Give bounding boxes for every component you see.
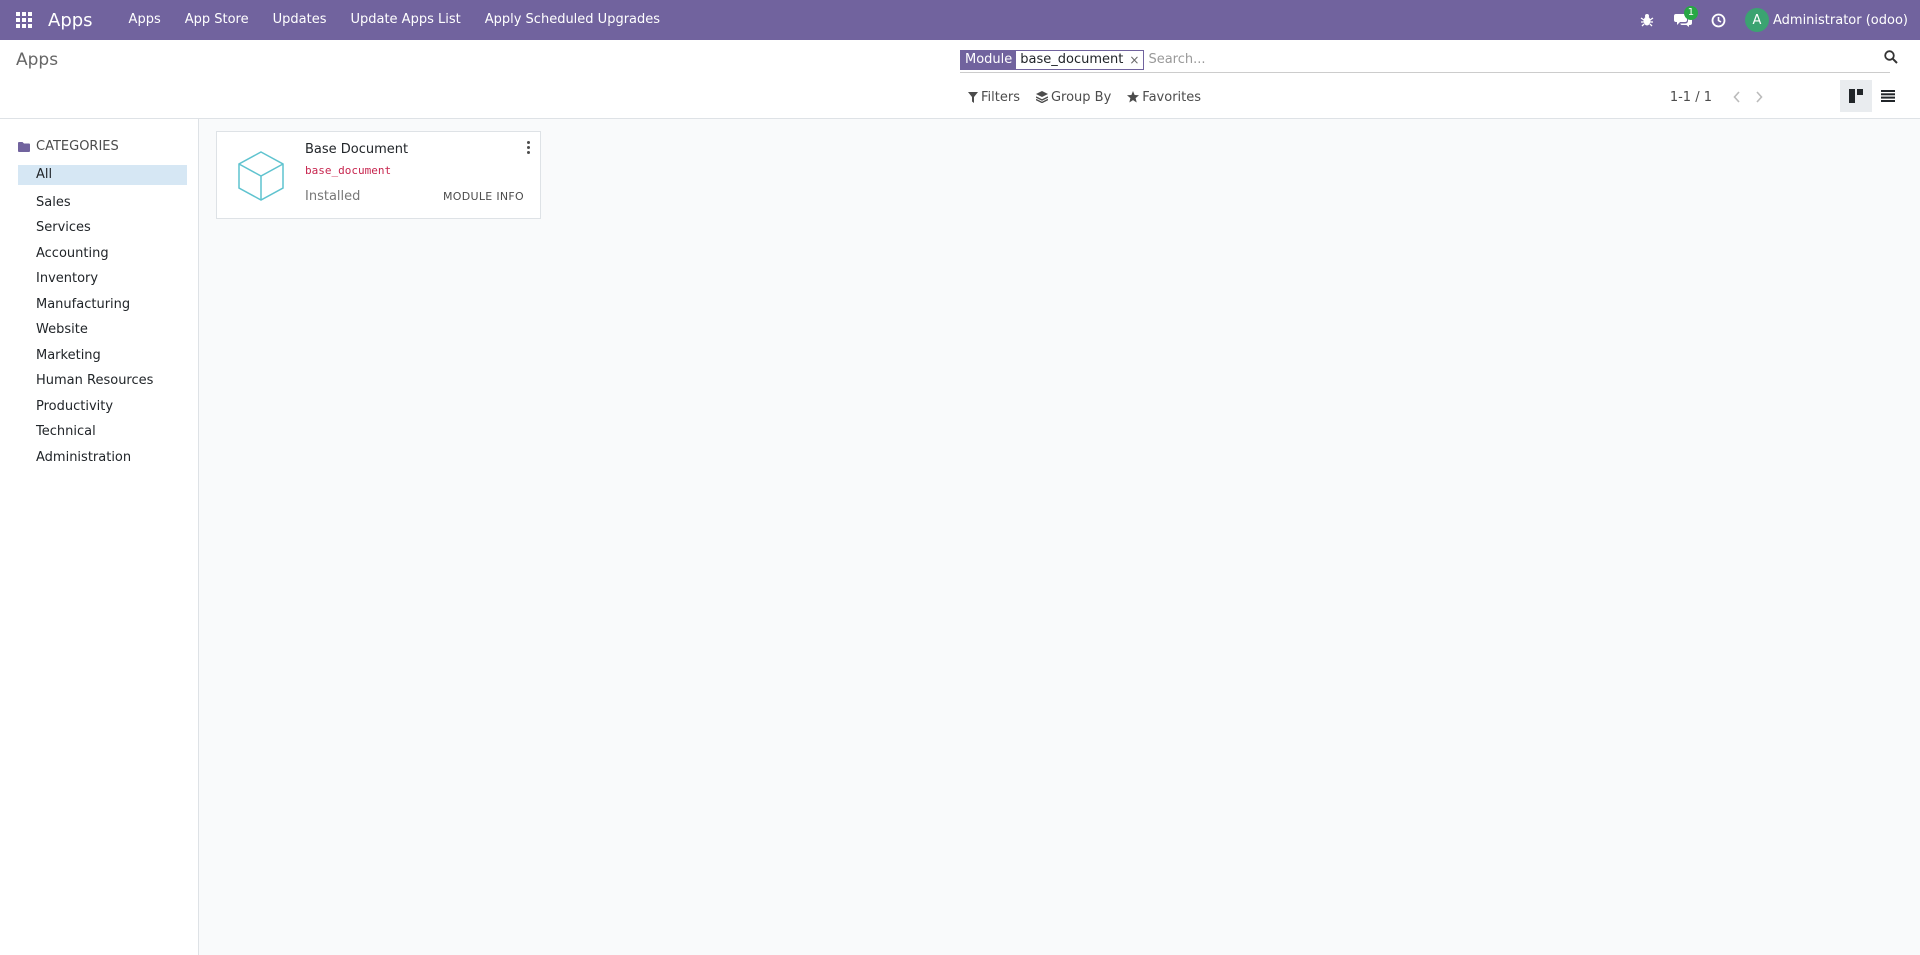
category-marketing[interactable]: Marketing (18, 344, 187, 370)
menu-apply-scheduled-upgrades[interactable]: Apply Scheduled Upgrades (473, 0, 672, 40)
menu-apps[interactable]: Apps (117, 0, 173, 40)
category-website[interactable]: Website (18, 318, 187, 344)
group-by-label: Group By (1050, 89, 1112, 105)
folder-icon (18, 141, 30, 152)
module-technical-name: base_document (305, 164, 392, 177)
module-title: Base Document (305, 142, 409, 157)
filters-button[interactable]: Filters (960, 85, 1028, 109)
categories-header: CATEGORIES (18, 139, 119, 154)
module-status: Installed (305, 189, 361, 204)
control-panel: Apps Module base_document × Filters Grou… (0, 40, 1920, 119)
messages-icon[interactable]: 1 (1665, 0, 1701, 40)
star-icon (1127, 91, 1140, 103)
category-human-resources[interactable]: Human Resources (18, 369, 187, 395)
search-icon[interactable] (1884, 50, 1904, 70)
app-brand[interactable]: Apps (48, 10, 117, 31)
category-administration[interactable]: Administration (18, 446, 187, 472)
search-bar: Module base_document × (960, 47, 1898, 73)
categories-header-label: CATEGORIES (36, 139, 119, 154)
kanban-view-icon[interactable] (1840, 80, 1872, 112)
messages-badge: 1 (1683, 6, 1698, 20)
category-technical[interactable]: Technical (18, 420, 187, 446)
apps-menu-icon[interactable] (0, 0, 48, 40)
avatar: A (1744, 8, 1769, 32)
facet-remove-icon[interactable]: × (1127, 51, 1143, 69)
category-accounting[interactable]: Accounting (18, 242, 187, 268)
top-navbar: Apps Apps App Store Updates Update Apps … (0, 0, 1920, 40)
favorites-label: Favorites (1142, 89, 1202, 105)
user-menu[interactable]: A Administrator (odoo) (1737, 0, 1920, 40)
pager-value[interactable]: 1-1 / 1 (1670, 90, 1712, 105)
categories-sidebar: CATEGORIES All Sales Services Accounting… (0, 119, 199, 955)
menu-update-apps-list[interactable]: Update Apps List (338, 0, 472, 40)
module-card[interactable]: Base Document base_document Installed MO… (216, 131, 541, 219)
chevron-left-icon[interactable] (1726, 85, 1748, 109)
filters-label: Filters (981, 89, 1020, 105)
module-cube-icon (235, 150, 287, 202)
chevron-right-icon[interactable] (1748, 85, 1770, 109)
facet-value: base_document (1016, 50, 1128, 69)
category-productivity[interactable]: Productivity (18, 395, 187, 421)
search-input[interactable] (1148, 48, 1890, 71)
list-view-icon[interactable] (1872, 80, 1904, 112)
layers-icon (1035, 91, 1048, 103)
filter-icon (968, 91, 978, 103)
activities-clock-icon[interactable] (1701, 0, 1737, 40)
page-title: Apps (16, 50, 59, 70)
user-name: Administrator (odoo) (1772, 12, 1908, 28)
group-by-button[interactable]: Group By (1028, 85, 1119, 109)
category-all[interactable]: All (18, 165, 187, 185)
category-services[interactable]: Services (18, 216, 187, 242)
view-switcher (1840, 80, 1904, 112)
pager: 1-1 / 1 (1670, 85, 1770, 109)
search-facet[interactable]: Module base_document × (960, 49, 1145, 70)
category-inventory[interactable]: Inventory (18, 267, 187, 293)
menu-app-store[interactable]: App Store (173, 0, 261, 40)
kebab-menu-icon[interactable] (522, 138, 534, 156)
category-list: All Sales Services Accounting Inventory … (18, 165, 187, 471)
category-sales[interactable]: Sales (18, 191, 187, 217)
facet-label: Module (961, 50, 1017, 69)
menu-updates[interactable]: Updates (261, 0, 339, 40)
category-manufacturing[interactable]: Manufacturing (18, 293, 187, 319)
search-options: Filters Group By Favorites (960, 85, 1209, 109)
module-info-button[interactable]: MODULE INFO (443, 190, 524, 203)
debug-bug-icon[interactable] (1629, 0, 1665, 40)
favorites-button[interactable]: Favorites (1119, 85, 1209, 109)
